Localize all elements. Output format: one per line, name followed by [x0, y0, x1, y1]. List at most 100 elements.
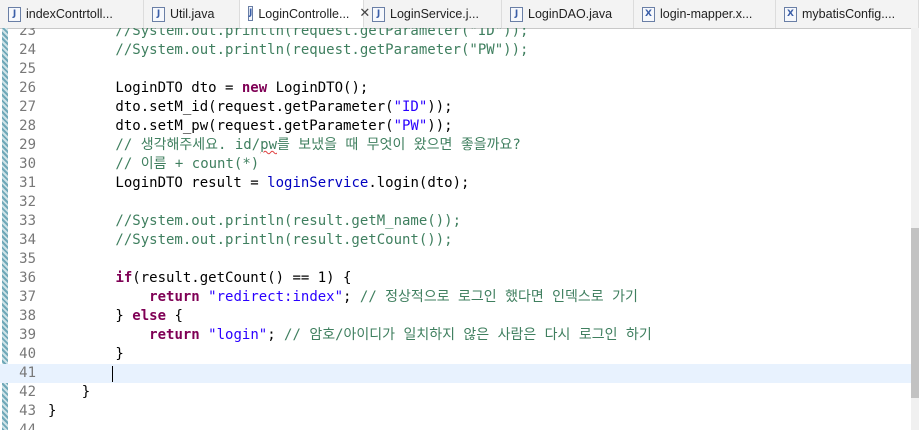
line-number: 42 — [19, 384, 36, 400]
tab-label: login-mapper.x... — [660, 7, 753, 21]
line-number: 24 — [19, 42, 36, 58]
code-line[interactable]: 28 dto.setM_pw(request.getParameter("PW"… — [0, 117, 911, 136]
line-number: 26 — [19, 80, 36, 96]
tab-label: mybatisConfig.... — [802, 7, 896, 21]
code-line[interactable]: 24 //System.out.println(request.getParam… — [0, 41, 911, 60]
code-line[interactable]: 33 //System.out.println(result.getM_name… — [0, 212, 911, 231]
code-token: return — [149, 327, 200, 343]
code-line[interactable]: 34 //System.out.println(result.getCount(… — [0, 231, 911, 250]
editor-tab[interactable]: JindexContrtoll... — [0, 0, 144, 28]
code-line[interactable]: 37 return "redirect:index"; // 정상적으로 로그인… — [0, 288, 911, 307]
code-line[interactable]: 36 if(result.getCount() == 1) { — [0, 269, 911, 288]
code-line[interactable]: 25 — [0, 60, 911, 79]
code-token: // 생각해주세요. id/ — [48, 137, 261, 153]
code-text: return "redirect:index"; // 정상적으로 로그인 했다… — [48, 288, 638, 307]
editor-tab[interactable]: J LoginControlle... ✕ — [240, 0, 370, 28]
code-token: } — [48, 346, 124, 362]
vertical-scrollbar[interactable] — [911, 28, 919, 430]
code-token: loginService — [267, 175, 369, 191]
editor-tab[interactable]: J LoginService.j... — [364, 0, 502, 28]
code-token: return — [149, 289, 200, 305]
code-token: dto.setM_pw(request.getParameter( — [48, 118, 394, 134]
tab-label: LoginService.j... — [390, 7, 479, 21]
editor-tab[interactable]: Xlogin-mapper.x... — [634, 0, 776, 28]
line-number: 41 — [19, 365, 36, 381]
code-token: .login(dto); — [368, 175, 470, 191]
code-token: "PW" — [393, 118, 428, 134]
editor-tab[interactable]: J Util.java — [144, 0, 240, 28]
code-line[interactable]: 41 — [0, 364, 911, 383]
code-token: //System.out.println(request.getParamete… — [48, 28, 529, 39]
code-text: //System.out.println(request.getParamete… — [48, 28, 528, 41]
code-token: } — [48, 308, 133, 324]
line-number: 44 — [19, 422, 36, 430]
code-line[interactable]: 40 } — [0, 345, 911, 364]
code-line[interactable]: 35 — [0, 250, 911, 269]
code-token: // 정상적으로 로그인 했다면 인덱스로 가기 — [359, 289, 638, 305]
code-token: pw — [260, 137, 277, 153]
java-file-icon: J — [510, 6, 523, 22]
code-token: "ID" — [393, 99, 428, 115]
code-line[interactable]: 44 — [0, 421, 911, 430]
code-text: } — [48, 383, 90, 402]
line-number: 31 — [19, 175, 36, 191]
code-text: //System.out.println(result.getM_name())… — [48, 212, 461, 231]
code-line[interactable]: 31 LoginDTO result = loginService.login(… — [0, 174, 911, 193]
code-text: //System.out.println(result.getCount()); — [48, 231, 452, 250]
line-number: 25 — [19, 61, 36, 77]
line-number: 23 — [19, 28, 36, 39]
java-file-icon: J — [152, 6, 165, 22]
line-number: 32 — [19, 194, 36, 210]
line-number: 28 — [19, 118, 36, 134]
code-token: //System.out.println(request.getParamete… — [48, 42, 529, 58]
code-line[interactable]: 30 // 이름 + count(*) — [0, 155, 911, 174]
code-line[interactable]: 42 } — [0, 383, 911, 402]
code-text: LoginDTO result = loginService.login(dto… — [48, 174, 469, 193]
xml-file-icon: X — [642, 6, 655, 22]
scrollbar-thumb[interactable] — [911, 228, 919, 398]
code-token: "login" — [208, 327, 268, 343]
code-token: "redirect:index" — [208, 289, 344, 305]
code-line[interactable]: 27 dto.setM_id(request.getParameter("ID"… — [0, 98, 911, 117]
code-text: //System.out.println(request.getParamete… — [48, 41, 528, 60]
code-token: if — [115, 270, 133, 286]
editor-tab[interactable]: XmybatisConfig.... — [776, 0, 919, 28]
editor-tab[interactable]: J LoginDAO.java — [502, 0, 634, 28]
code-line[interactable]: 32 — [0, 193, 911, 212]
code-token: )); — [427, 118, 453, 134]
text-cursor — [112, 366, 113, 382]
code-token: { — [166, 308, 183, 324]
editor-tab-bar: JindexContrtoll... J Util.java J LoginContro… — [0, 0, 919, 29]
line-number: 38 — [19, 308, 36, 324]
code-editor[interactable]: 23 //System.out.println(request.getParam… — [0, 28, 919, 430]
code-line[interactable]: 39 return "login"; // 암호/아이디가 일치하지 않은 사람… — [0, 326, 911, 345]
code-token: (result.getCount() == 1) { — [132, 270, 352, 286]
code-line[interactable]: 23 //System.out.println(request.getParam… — [0, 28, 911, 41]
line-number: 34 — [19, 232, 36, 248]
java-file-icon: J — [8, 6, 21, 22]
line-number: 37 — [19, 289, 36, 305]
line-number: 40 — [19, 346, 36, 362]
code-line[interactable]: 38 } else { — [0, 307, 911, 326]
code-token: )); — [427, 99, 453, 115]
code-token: // 이름 + count(*) — [48, 156, 260, 172]
code-token: ; — [267, 327, 285, 343]
code-line[interactable]: 43} — [0, 402, 911, 421]
code-token: LoginDTO dto = — [48, 80, 242, 96]
code-token: LoginDTO result = — [48, 175, 268, 191]
code-text: } else { — [48, 307, 183, 326]
line-number: 43 — [19, 403, 36, 419]
code-token: ; — [343, 289, 360, 305]
tab-label: LoginDAO.java — [528, 7, 613, 21]
code-text: // 생각해주세요. id/pw를 보냈을 때 무엇이 왔으면 좋을까요? — [48, 136, 520, 155]
code-token: dto.setM_id(request.getParameter( — [48, 99, 394, 115]
line-number: 33 — [19, 213, 36, 229]
code-line[interactable]: 26 LoginDTO dto = new LoginDTO(); — [0, 79, 911, 98]
code-text: // 이름 + count(*) — [48, 155, 259, 174]
code-line[interactable]: 29 // 생각해주세요. id/pw를 보냈을 때 무엇이 왔으면 좋을까요? — [0, 136, 911, 155]
line-number: 27 — [19, 99, 36, 115]
java-file-icon: J — [372, 6, 385, 22]
